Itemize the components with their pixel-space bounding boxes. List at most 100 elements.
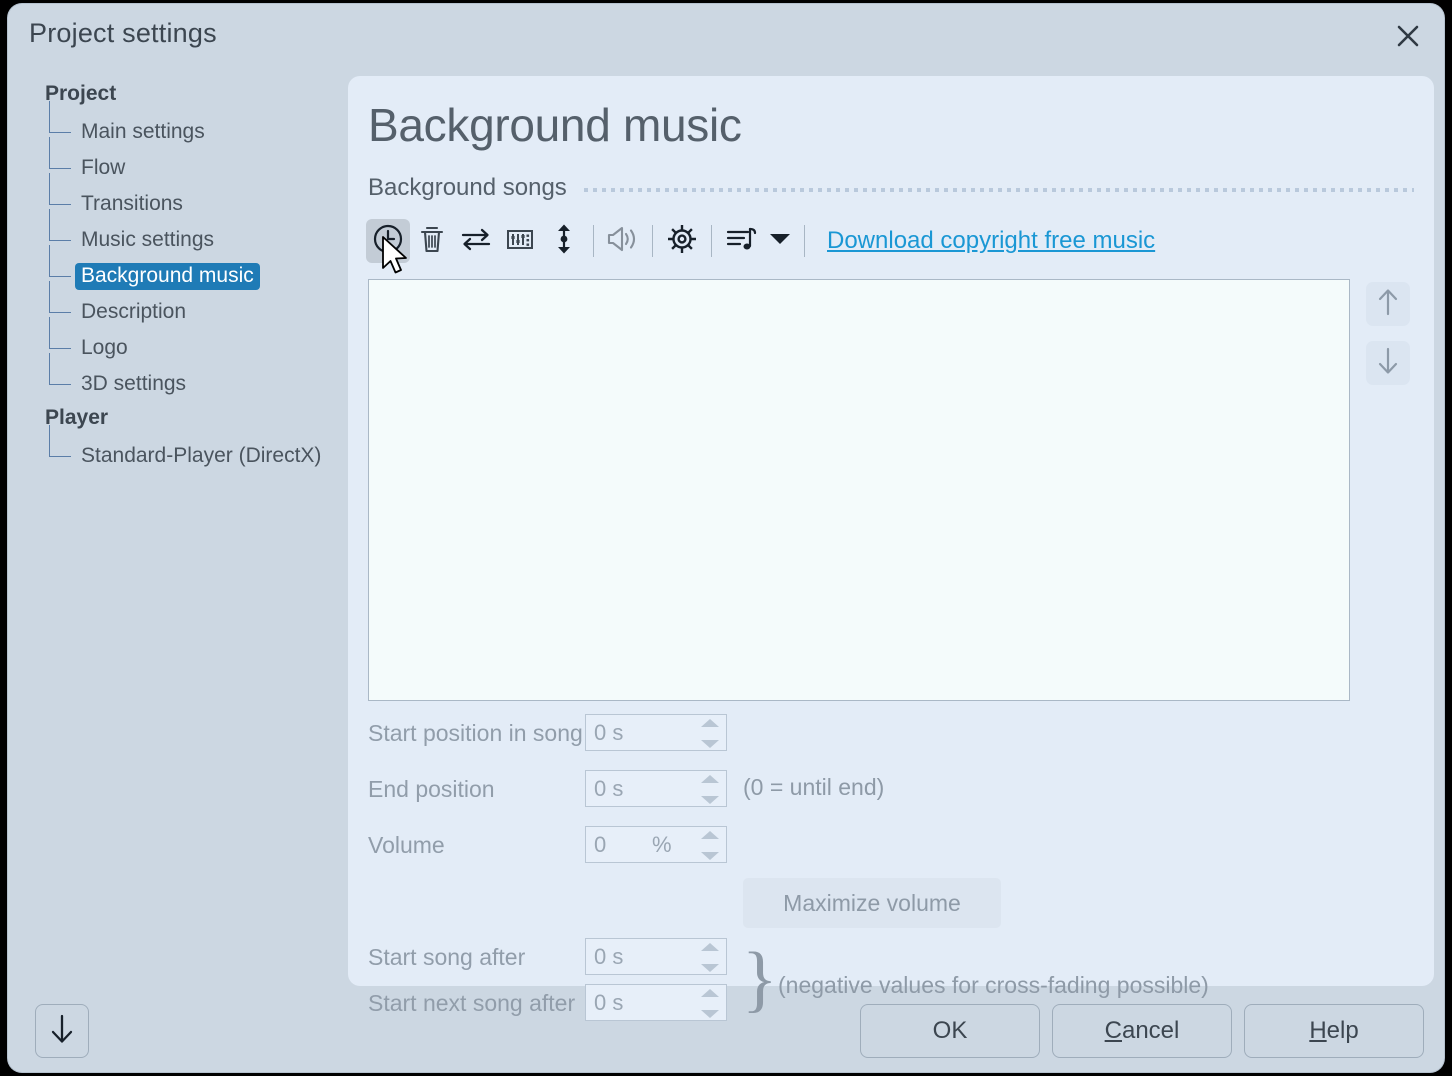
form-label: Start position in song [368,720,583,747]
adjust-length-button[interactable] [542,219,586,263]
download-copyright-free-music-link[interactable]: Download copyright free music [827,227,1155,255]
sidebar-item-3d-settings[interactable]: 3D settings [48,369,192,399]
stepper-down-icon[interactable] [701,1010,719,1018]
tree-branch-line [48,333,75,363]
sidebar-group-project: Project [45,82,116,106]
form-label: Start song after [368,944,525,971]
sidebar-item-logo[interactable]: Logo [48,333,134,363]
song-settings-form: Start position in song 0 s End position … [368,714,1414,974]
start-next-song-after-input[interactable]: 0 s [585,984,727,1021]
help-button-label: Help [1309,1017,1358,1045]
cancel-label-rest: ancel [1122,1017,1179,1044]
section-header: Background songs [368,173,1414,203]
start-next-song-after-value: 0 s [586,990,623,1016]
tree-branch-line [48,441,75,471]
scroll-down-button[interactable] [35,1004,89,1058]
form-row-start-song-after: Start song after [368,938,525,976]
end-position-stepper[interactable] [701,775,719,804]
end-position-input[interactable]: 0 s [585,770,727,807]
move-song-down-button[interactable] [1366,341,1410,385]
sidebar-item-label: Music settings [75,227,220,254]
sidebar-item-standard-player[interactable]: Standard-Player (DirectX) [48,441,327,471]
speaker-icon [606,224,640,259]
start-song-after-stepper[interactable] [701,943,719,972]
toolbar-separator [593,225,594,257]
volume-stepper[interactable] [701,831,719,860]
gear-icon [665,222,699,261]
form-row-volume: Volume [368,826,445,864]
maximize-volume-label: Maximize volume [783,890,961,917]
form-label: Start next song after [368,990,575,1017]
cancel-accel-char: C [1105,1017,1122,1044]
settings-button[interactable] [660,219,704,263]
sidebar-item-label: Description [75,299,192,326]
cross-fade-note: (negative values for cross-fading possib… [778,972,1209,999]
music-list-icon [724,223,758,260]
clock-icon [372,223,404,260]
cancel-button[interactable]: Cancel [1052,1004,1232,1058]
cancel-button-label: Cancel [1105,1017,1180,1045]
maximize-volume-button[interactable]: Maximize volume [743,878,1001,928]
arrow-down-icon [47,1012,77,1051]
equalizer-icon [504,223,536,260]
add-song-duration-button[interactable] [366,219,410,263]
start-position-value: 0 s [586,720,623,746]
sidebar-item-transitions[interactable]: Transitions [48,189,189,219]
sidebar-item-background-music[interactable]: Background music [48,261,260,291]
project-settings-dialog: Project settings Project Main settings F… [8,4,1444,1072]
section-header-label: Background songs [368,174,567,202]
start-next-song-after-stepper[interactable] [701,989,719,1018]
ok-button-label: OK [933,1017,968,1045]
sidebar-item-description[interactable]: Description [48,297,192,327]
tree-branch-line [48,225,75,255]
close-button[interactable] [1386,14,1430,58]
toolbar-separator [711,225,712,257]
stepper-down-icon[interactable] [701,852,719,860]
start-position-stepper[interactable] [701,719,719,748]
sidebar-item-music-settings[interactable]: Music settings [48,225,220,255]
move-song-up-button[interactable] [1366,282,1410,326]
song-list[interactable] [368,279,1350,701]
stepper-down-icon[interactable] [701,796,719,804]
tree-branch-line [48,189,75,219]
arrow-up-icon [1375,287,1401,322]
toolbar-separator [804,225,805,257]
delete-song-button[interactable] [410,219,454,263]
ok-button[interactable]: OK [860,1004,1040,1058]
start-song-after-value: 0 s [586,944,623,970]
sidebar-item-label: 3D settings [75,371,192,398]
replace-song-button[interactable] [454,219,498,263]
equalizer-button[interactable] [498,219,542,263]
sidebar-group-player: Player [45,406,108,430]
stepper-up-icon[interactable] [701,719,719,727]
volume-button[interactable] [601,219,645,263]
playlist-dropdown-caret[interactable] [763,219,797,263]
settings-sidebar: Project Main settings Flow Transitions M… [8,66,342,966]
form-label: End position [368,776,495,803]
playlist-button[interactable] [719,219,763,263]
volume-input[interactable]: 0 % [585,826,727,863]
stepper-down-icon[interactable] [701,964,719,972]
close-icon [1394,22,1422,50]
stepper-down-icon[interactable] [701,740,719,748]
sidebar-item-flow[interactable]: Flow [48,153,131,183]
sidebar-item-label: Transitions [75,191,189,218]
help-button[interactable]: Help [1244,1004,1424,1058]
sidebar-item-main-settings[interactable]: Main settings [48,117,211,147]
end-position-value: 0 s [586,776,623,802]
start-song-after-input[interactable]: 0 s [585,938,727,975]
form-label: Volume [368,832,445,859]
section-header-divider [584,188,1414,192]
sidebar-item-label: Background music [75,263,260,290]
stepper-up-icon[interactable] [701,989,719,997]
content-panel: Background music Background songs [348,76,1434,986]
stepper-up-icon[interactable] [701,831,719,839]
swap-arrows-icon [459,223,493,260]
start-position-input[interactable]: 0 s [585,714,727,751]
song-toolbar: Download copyright free music [366,216,1155,266]
chevron-down-icon [769,232,791,251]
form-row-start-next-song-after: Start next song after [368,984,575,1022]
stepper-up-icon[interactable] [701,775,719,783]
form-row-end-position: End position [368,770,495,808]
stepper-up-icon[interactable] [701,943,719,951]
